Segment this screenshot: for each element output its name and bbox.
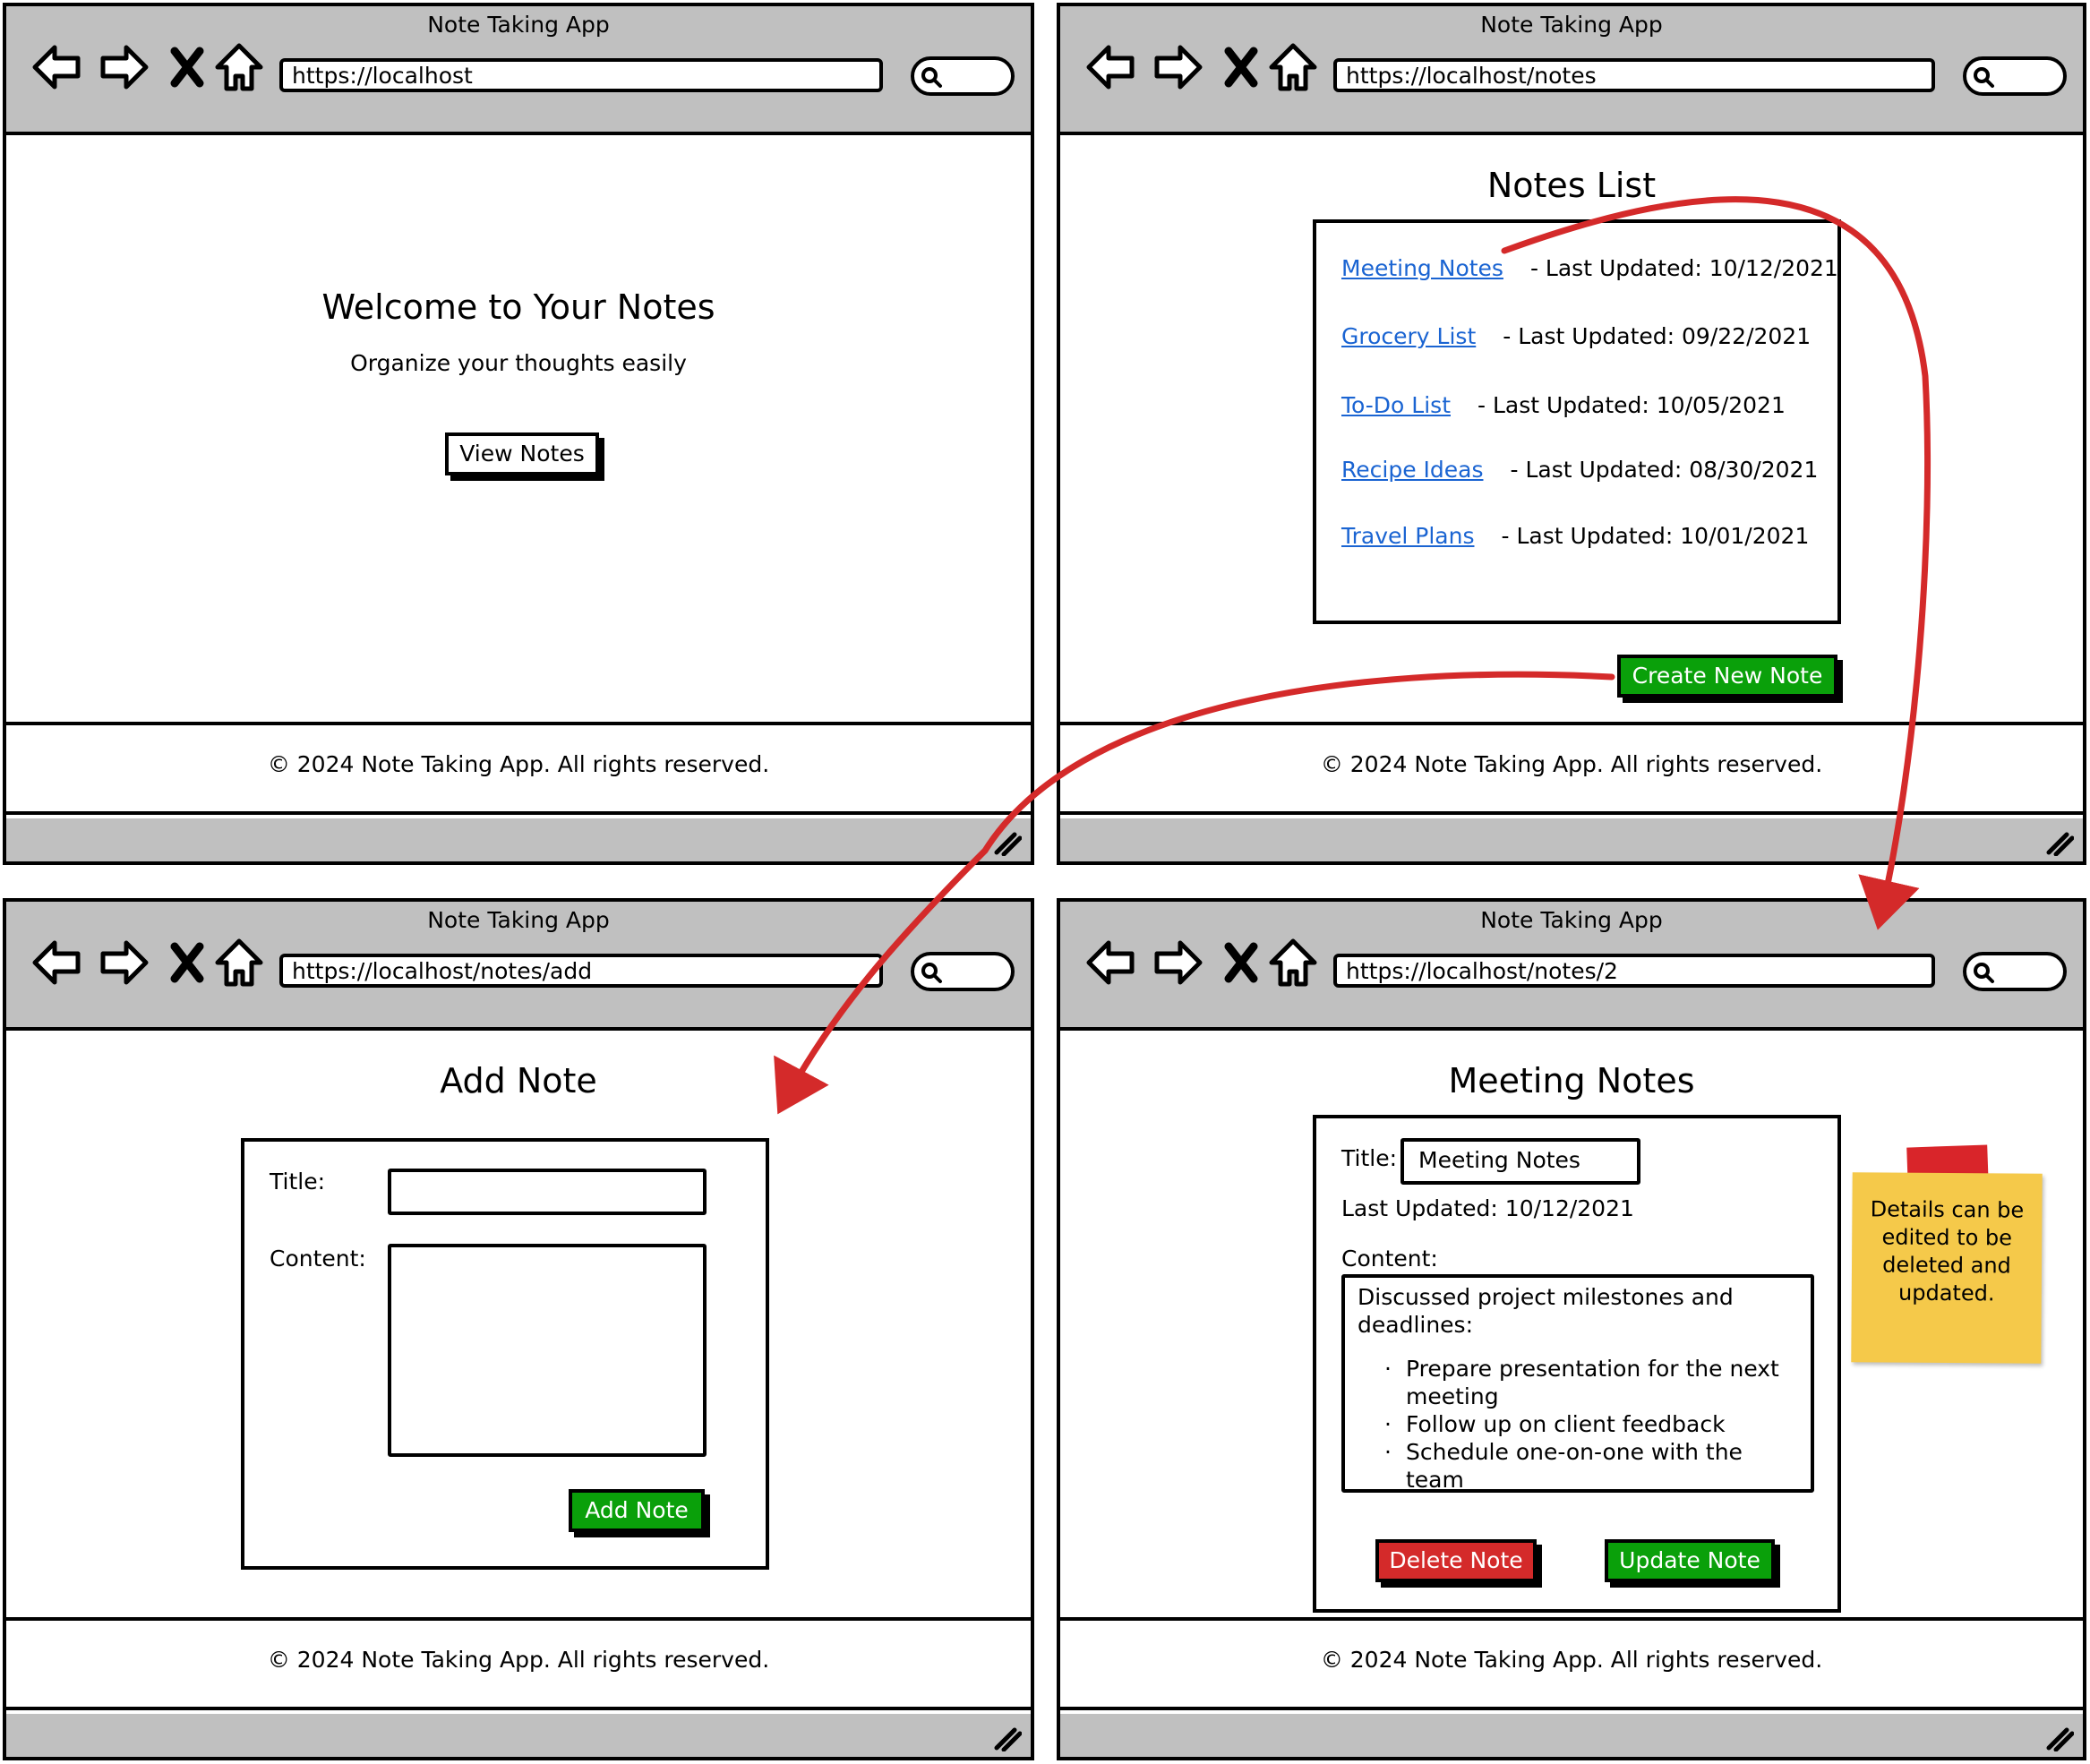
forward-icon[interactable]	[96, 936, 150, 989]
home-icon[interactable]	[212, 40, 266, 94]
content-label: Content:	[270, 1246, 366, 1272]
page-content: Notes List Meeting Notes - Last Updated: …	[1060, 135, 2083, 768]
page-title: Notes List	[1486, 166, 1657, 205]
resize-grip-icon[interactable]	[991, 1721, 1022, 1751]
window-title: Note Taking App	[427, 12, 610, 38]
window-title: Note Taking App	[1480, 907, 1663, 933]
home-icon[interactable]	[1266, 936, 1320, 989]
footer: © 2024 Note Taking App. All rights reser…	[1060, 1617, 2083, 1710]
list-item: Meeting Notes - Last Updated: 10/12/2021	[1341, 255, 1838, 281]
add-note-button[interactable]: Add Note	[569, 1489, 705, 1532]
browser-window-home: Note Taking App https://localhost Welcom…	[3, 3, 1034, 865]
list-item: Schedule one-on-one with the team	[1358, 1438, 1798, 1494]
list-item: Recipe Ideas - Last Updated: 08/30/2021	[1341, 457, 1818, 483]
note-link[interactable]: Grocery List	[1341, 323, 1476, 349]
footer: © 2024 Note Taking App. All rights reser…	[6, 1617, 1031, 1710]
search-icon	[920, 961, 943, 984]
close-icon[interactable]	[1214, 40, 1268, 94]
note-link[interactable]: Travel Plans	[1341, 523, 1474, 549]
note-link[interactable]: Recipe Ideas	[1341, 457, 1483, 483]
forward-icon[interactable]	[96, 40, 150, 94]
search-box[interactable]	[911, 952, 1015, 991]
back-icon[interactable]	[31, 936, 85, 989]
title-label: Title:	[270, 1169, 325, 1195]
page-subtitle: Organize your thoughts easily	[350, 350, 687, 376]
note-date: - Last Updated: 10/12/2021	[1529, 255, 1838, 281]
title-input[interactable]	[388, 1169, 707, 1215]
sticky-note-text: Details can be edited to be deleted and …	[1870, 1196, 2025, 1306]
list-item: To-Do List - Last Updated: 10/05/2021	[1341, 392, 1786, 418]
page-content: Add Note Title: Content: Add Note	[6, 1031, 1031, 1664]
close-icon[interactable]	[160, 936, 214, 989]
page-content: Welcome to Your Notes Organize your thou…	[6, 135, 1031, 768]
resize-grip-icon[interactable]	[2043, 826, 2074, 856]
search-box[interactable]	[1963, 56, 2067, 96]
list-item: Travel Plans - Last Updated: 10/01/2021	[1341, 523, 1809, 549]
search-icon	[920, 65, 943, 89]
content-textarea[interactable]: Discussed project milestones and deadlin…	[1341, 1274, 1814, 1493]
last-updated-label: Last Updated: 10/12/2021	[1341, 1195, 1634, 1221]
footer: © 2024 Note Taking App. All rights reser…	[1060, 722, 2083, 815]
sticky-note: Details can be edited to be deleted and …	[1851, 1172, 2043, 1364]
status-bar	[1060, 1714, 2083, 1757]
note-date: - Last Updated: 10/01/2021	[1501, 523, 1810, 549]
note-detail-panel: Title: Meeting Notes Last Updated: 10/12…	[1313, 1115, 1841, 1613]
window-title: Note Taking App	[427, 907, 610, 933]
create-new-note-button[interactable]: Create New Note	[1617, 655, 1837, 698]
search-box[interactable]	[911, 56, 1015, 96]
note-link[interactable]: Meeting Notes	[1341, 255, 1503, 281]
address-bar[interactable]: https://localhost/notes	[1333, 58, 1935, 92]
resize-grip-icon[interactable]	[2043, 1721, 2074, 1751]
status-bar	[6, 1714, 1031, 1757]
page-title: Add Note	[440, 1061, 597, 1100]
home-icon[interactable]	[212, 936, 266, 989]
address-bar[interactable]: https://localhost/notes/add	[279, 954, 883, 988]
note-date: - Last Updated: 08/30/2021	[1510, 457, 1819, 483]
content-intro: Discussed project milestones and deadlin…	[1358, 1284, 1734, 1338]
list-item: Prepare presentation for the next meetin…	[1358, 1355, 1798, 1410]
search-box[interactable]	[1963, 952, 2067, 991]
forward-icon[interactable]	[1150, 936, 1203, 989]
update-note-button[interactable]: Update Note	[1605, 1539, 1775, 1582]
content-label: Content:	[1341, 1246, 1438, 1272]
home-icon[interactable]	[1266, 40, 1320, 94]
browser-toolbar: Note Taking App https://localhost/notes/…	[1060, 902, 2083, 1031]
browser-toolbar: Note Taking App https://localhost	[6, 6, 1031, 135]
browser-toolbar: Note Taking App https://localhost/notes	[1060, 6, 2083, 135]
page-title: Welcome to Your Notes	[321, 287, 715, 327]
search-icon	[1972, 961, 1995, 984]
note-date: - Last Updated: 10/05/2021	[1478, 392, 1786, 418]
address-bar[interactable]: https://localhost	[279, 58, 883, 92]
browser-window-add-note: Note Taking App https://localhost/notes/…	[3, 898, 1034, 1760]
close-icon[interactable]	[160, 40, 214, 94]
footer: © 2024 Note Taking App. All rights reser…	[6, 722, 1031, 815]
browser-window-notes-list: Note Taking App https://localhost/notes …	[1057, 3, 2086, 865]
browser-toolbar: Note Taking App https://localhost/notes/…	[6, 902, 1031, 1031]
note-date: - Last Updated: 09/22/2021	[1503, 323, 1812, 349]
delete-note-button[interactable]: Delete Note	[1375, 1539, 1537, 1582]
forward-icon[interactable]	[1150, 40, 1203, 94]
list-item: Follow up on client feedback	[1358, 1410, 1798, 1438]
back-icon[interactable]	[31, 40, 85, 94]
search-icon	[1972, 65, 1995, 89]
back-icon[interactable]	[1085, 40, 1139, 94]
note-link[interactable]: To-Do List	[1341, 392, 1451, 418]
content-textarea[interactable]	[388, 1244, 707, 1457]
resize-grip-icon[interactable]	[991, 826, 1022, 856]
list-item: Grocery List - Last Updated: 09/22/2021	[1341, 323, 1811, 349]
view-notes-button[interactable]: View Notes	[445, 432, 599, 475]
status-bar	[6, 818, 1031, 861]
back-icon[interactable]	[1085, 936, 1139, 989]
window-title: Note Taking App	[1480, 12, 1663, 38]
content-list: Prepare presentation for the next meetin…	[1358, 1355, 1798, 1494]
title-label: Title:	[1341, 1145, 1397, 1171]
add-note-form: Title: Content: Add Note	[241, 1138, 769, 1570]
page-title: Meeting Notes	[1448, 1061, 1695, 1100]
address-bar[interactable]: https://localhost/notes/2	[1333, 954, 1935, 988]
status-bar	[1060, 818, 2083, 861]
close-icon[interactable]	[1214, 936, 1268, 989]
notes-list: Meeting Notes - Last Updated: 10/12/2021 …	[1313, 219, 1841, 624]
title-input[interactable]: Meeting Notes	[1400, 1138, 1640, 1185]
